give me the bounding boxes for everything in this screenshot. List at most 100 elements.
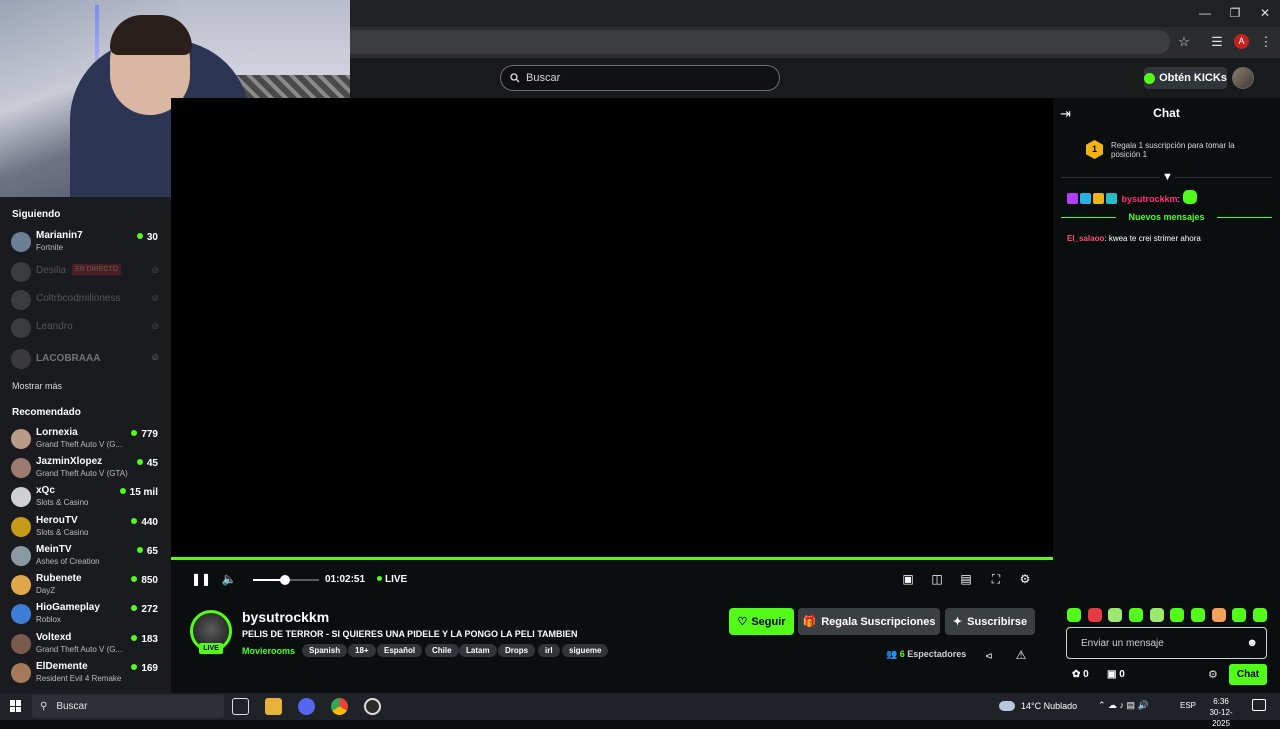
emote-icon[interactable]: [1108, 608, 1123, 622]
user-avatar[interactable]: [1232, 67, 1254, 89]
tray-icons[interactable]: ⌃ ☁ ♪ ▤ 🔊: [1098, 700, 1149, 711]
language-indicator[interactable]: ESP: [1180, 701, 1196, 710]
settings-gear-icon[interactable]: ⚙: [1017, 571, 1033, 587]
taskbar-weather[interactable]: 14°C Nublado: [1021, 701, 1077, 711]
windows-start-icon[interactable]: [10, 700, 22, 712]
channel-name-title[interactable]: bysutrockkm: [242, 609, 329, 625]
tag-irl[interactable]: irl: [538, 644, 560, 657]
gifts-balance[interactable]: ▣ 0: [1107, 669, 1125, 680]
avatar: [11, 487, 31, 507]
gift-leaderboard-prompt[interactable]: Regala 1 suscripción para tomar la posic…: [1111, 141, 1251, 159]
address-bar[interactable]: [350, 30, 1170, 54]
sidebar-item-ghost[interactable]: Desilia EN DIRECTO ⊘: [0, 257, 171, 286]
chat-username[interactable]: bysutrockkm: [1122, 194, 1178, 204]
channel-name: MeinTV: [36, 544, 72, 555]
tag-espanol[interactable]: Español: [377, 644, 423, 657]
emote-icon[interactable]: [1128, 608, 1143, 622]
emote-icon[interactable]: [1232, 608, 1247, 622]
chrome-app-icon[interactable]: [331, 698, 348, 715]
channel-name: Rubenete: [36, 573, 82, 584]
tag-latam[interactable]: Latam: [459, 644, 497, 657]
sidebar-item-heroutv[interactable]: HerouTV Slots & Casino 440: [0, 512, 171, 541]
show-more-link[interactable]: Mostrar más: [12, 381, 62, 391]
theater-mode-icon[interactable]: ▤: [958, 571, 974, 587]
channel-category: Resident Evil 4 Remake: [36, 674, 122, 683]
chat-send-button[interactable]: Chat: [1229, 664, 1267, 685]
volume-slider-handle[interactable]: [280, 575, 290, 585]
file-explorer-icon[interactable]: [265, 698, 282, 715]
bookmark-star-icon[interactable]: ☆: [1175, 33, 1193, 51]
task-view-icon[interactable]: [232, 698, 249, 715]
chat-input-box[interactable]: ☻: [1066, 627, 1267, 659]
miniplayer-icon[interactable]: ▣: [900, 571, 916, 587]
chat-settings-gear-icon[interactable]: ⚙: [1208, 668, 1218, 681]
tag-drops[interactable]: Drops: [498, 644, 536, 657]
share-icon[interactable]: ⪦: [981, 647, 997, 663]
sidebar-item-voltexd[interactable]: Voltexd Grand Theft Auto V (G... 183: [0, 629, 171, 658]
emote-icon[interactable]: [1170, 608, 1185, 622]
channel-category: Grand Theft Auto V (GTA): [36, 469, 128, 478]
media-control-icon[interactable]: ☰: [1208, 33, 1226, 51]
gift-subscriptions-button[interactable]: 🎁 Regala Suscripciones: [798, 608, 940, 635]
emote-icon[interactable]: [1149, 608, 1164, 622]
tag-chile[interactable]: Chile: [425, 644, 459, 657]
gift-icon: 🎁: [802, 616, 817, 628]
search-box[interactable]: [500, 65, 780, 91]
emoji-picker-icon[interactable]: ☻: [1246, 637, 1258, 649]
taskbar-clock[interactable]: 6:36 30-12-2025: [1201, 696, 1241, 729]
browser-profile-avatar[interactable]: A: [1234, 34, 1249, 49]
video-player[interactable]: [171, 98, 1053, 558]
channel-category: Ashes of Creation: [36, 557, 100, 566]
restore-window-icon[interactable]: ❐: [1220, 4, 1250, 22]
emote-icon[interactable]: [1087, 608, 1102, 622]
kicks-icon: ✿: [1072, 669, 1081, 680]
sidebar-item-ghost[interactable]: Leandro ⊘: [0, 313, 171, 342]
search-input[interactable]: [526, 72, 766, 84]
sidebar-item-marianin7[interactable]: Marianin7 Fortnite 30: [0, 227, 171, 256]
report-warning-icon[interactable]: ⚠: [1013, 647, 1029, 663]
pinned-toggle-icon[interactable]: ▼: [1160, 171, 1175, 183]
get-kicks-button[interactable]: Obtén KICKs: [1144, 67, 1227, 89]
chat-username[interactable]: El_salaoo: [1067, 234, 1104, 243]
clip-icon[interactable]: ◫: [929, 571, 945, 587]
stream-title: PELIS DE TERROR - SI QUIERES UNA PIDELE …: [242, 629, 578, 639]
sidebar-item-jazminxlopez[interactable]: JazminXlopez Grand Theft Auto V (GTA) 45: [0, 453, 171, 482]
sidebar-item-eldemente[interactable]: ElDemente Resident Evil 4 Remake 169: [0, 658, 171, 687]
sidebar-item-ghost[interactable]: Coltrbcodmilioness ⊘: [0, 285, 171, 314]
follow-button[interactable]: ♡ Seguir: [729, 608, 794, 635]
tag-18plus[interactable]: 18+: [348, 644, 376, 657]
recommended-heading: Recomendado: [12, 407, 81, 418]
avatar: [11, 575, 31, 595]
taskbar-search[interactable]: ⚲ Buscar: [32, 695, 224, 718]
chat-message-input[interactable]: [1081, 637, 1231, 649]
subscribe-button[interactable]: ✦ Suscribirse: [945, 608, 1035, 635]
notifications-icon[interactable]: [1252, 699, 1266, 711]
tag-sigueme[interactable]: sigueme: [562, 644, 609, 657]
emote-icon[interactable]: [1190, 608, 1205, 622]
stream-category-link[interactable]: Movierooms: [242, 646, 295, 656]
sidebar-item-lacobraaa[interactable]: LACOBRAAA ⊘: [0, 344, 171, 373]
kicks-icon: [1144, 72, 1156, 84]
sidebar-item-hiogameplay[interactable]: HioGameplay Roblox 272: [0, 599, 171, 628]
sidebar-item-meintv[interactable]: MeinTV Ashes of Creation 65: [0, 541, 171, 570]
fullscreen-icon[interactable]: ⛶: [988, 571, 1004, 587]
volume-icon[interactable]: 🔈: [221, 571, 237, 587]
close-window-icon[interactable]: ✕: [1250, 4, 1280, 22]
pause-icon[interactable]: ❚❚: [191, 571, 211, 587]
sidebar-item-xqc[interactable]: xQc Slots & Casino 15 mil: [0, 482, 171, 511]
discord-app-icon[interactable]: [298, 698, 315, 715]
offline-icon: ⊘: [151, 321, 159, 331]
emote-icon[interactable]: [1211, 608, 1226, 622]
avatar: [11, 290, 31, 310]
tag-spanish[interactable]: Spanish: [302, 644, 348, 657]
kicks-balance[interactable]: ✿ 0: [1072, 669, 1089, 680]
browser-menu-icon[interactable]: ⋮: [1257, 33, 1275, 51]
minimize-window-icon[interactable]: —: [1190, 4, 1220, 22]
sidebar-item-lornexia[interactable]: Lornexia Grand Theft Auto V (G... 779: [0, 424, 171, 453]
emote-icon[interactable]: [1252, 608, 1267, 622]
gift-subscriptions-label: Regala Suscripciones: [821, 615, 936, 628]
emote-icon[interactable]: [1067, 608, 1081, 622]
sidebar-item-rubenete[interactable]: Rubenete DayZ 850: [0, 570, 171, 599]
new-messages-divider[interactable]: Nuevos mensajes: [1061, 212, 1272, 222]
obs-app-icon[interactable]: [364, 698, 381, 715]
